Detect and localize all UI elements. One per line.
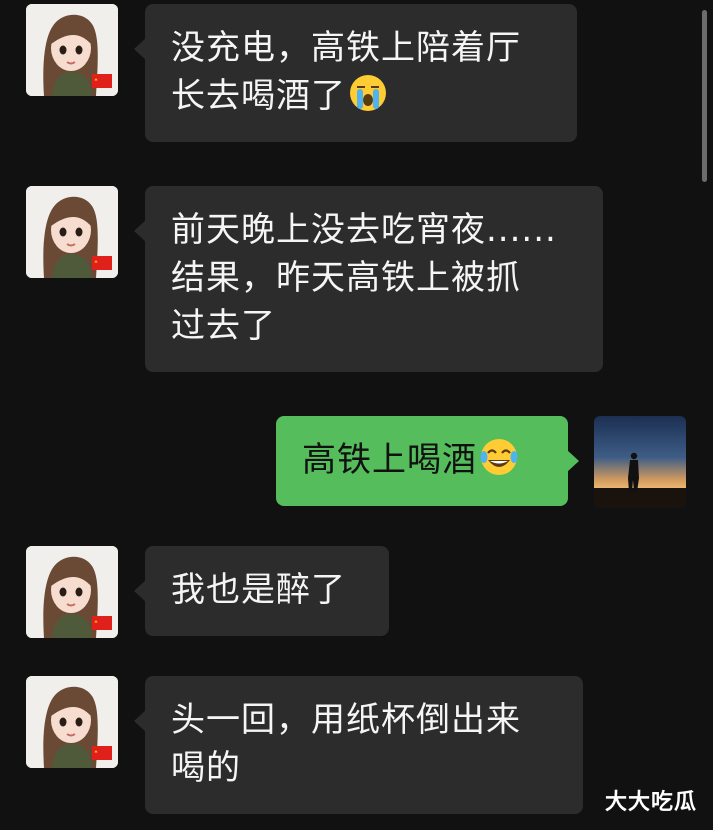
message-text-line: 过去了 <box>171 306 276 346</box>
contact-avatar-image <box>26 546 118 638</box>
message-text-line: 长去喝酒了 <box>171 72 551 120</box>
scrollbar[interactable] <box>702 10 707 182</box>
message-text-line: 头一回，用纸杯倒出来 <box>171 700 521 740</box>
tears-of-joy-icon <box>479 437 519 477</box>
message-text-line: 我也是醉了 <box>171 570 346 610</box>
contact-avatar-image <box>26 186 118 278</box>
message-text-line: 没充电，高铁上陪着厅 <box>171 28 521 68</box>
message-text-segment: 高铁上喝酒 <box>302 440 477 480</box>
contact-avatar-image <box>26 4 118 96</box>
message-row: 高铁上喝酒 <box>276 416 686 508</box>
contact-avatar-image <box>26 676 118 768</box>
message-row: 头一回，用纸杯倒出来 喝的 <box>26 676 583 814</box>
message-bubble-outgoing[interactable]: 高铁上喝酒 <box>276 416 579 506</box>
watermark: 大大吃瓜 <box>604 790 697 815</box>
contact-avatar[interactable] <box>26 546 118 638</box>
my-avatar[interactable] <box>594 416 686 508</box>
chat-window: 没充电，高铁上陪着厅 长去喝酒了 前天晚上没去吃宵夜...... 结果，昨天高铁… <box>0 0 713 830</box>
message-row: 我也是醉了 <box>26 546 389 638</box>
message-text-line: 高铁上喝酒 <box>302 436 542 484</box>
message-row: 前天晚上没去吃宵夜...... 结果，昨天高铁上被抓 过去了 <box>26 186 603 372</box>
message-row: 没充电，高铁上陪着厅 长去喝酒了 <box>26 4 577 142</box>
message-bubble-incoming[interactable]: 头一回，用纸杯倒出来 喝的 <box>134 676 583 814</box>
message-bubble-incoming[interactable]: 我也是醉了 <box>134 546 389 636</box>
contact-avatar[interactable] <box>26 186 118 278</box>
contact-avatar[interactable] <box>26 4 118 96</box>
message-bubble-incoming[interactable]: 前天晚上没去吃宵夜...... 结果，昨天高铁上被抓 过去了 <box>134 186 603 372</box>
message-bubble-incoming[interactable]: 没充电，高铁上陪着厅 长去喝酒了 <box>134 4 577 142</box>
crying-face-icon <box>348 73 388 113</box>
contact-avatar[interactable] <box>26 676 118 768</box>
message-text-segment: 长去喝酒了 <box>171 76 346 116</box>
message-text-line: 喝的 <box>171 748 241 788</box>
message-text-line: 结果，昨天高铁上被抓 <box>171 258 521 298</box>
my-avatar-image <box>594 416 686 508</box>
message-text-line: 前天晚上没去吃宵夜...... <box>171 210 557 250</box>
